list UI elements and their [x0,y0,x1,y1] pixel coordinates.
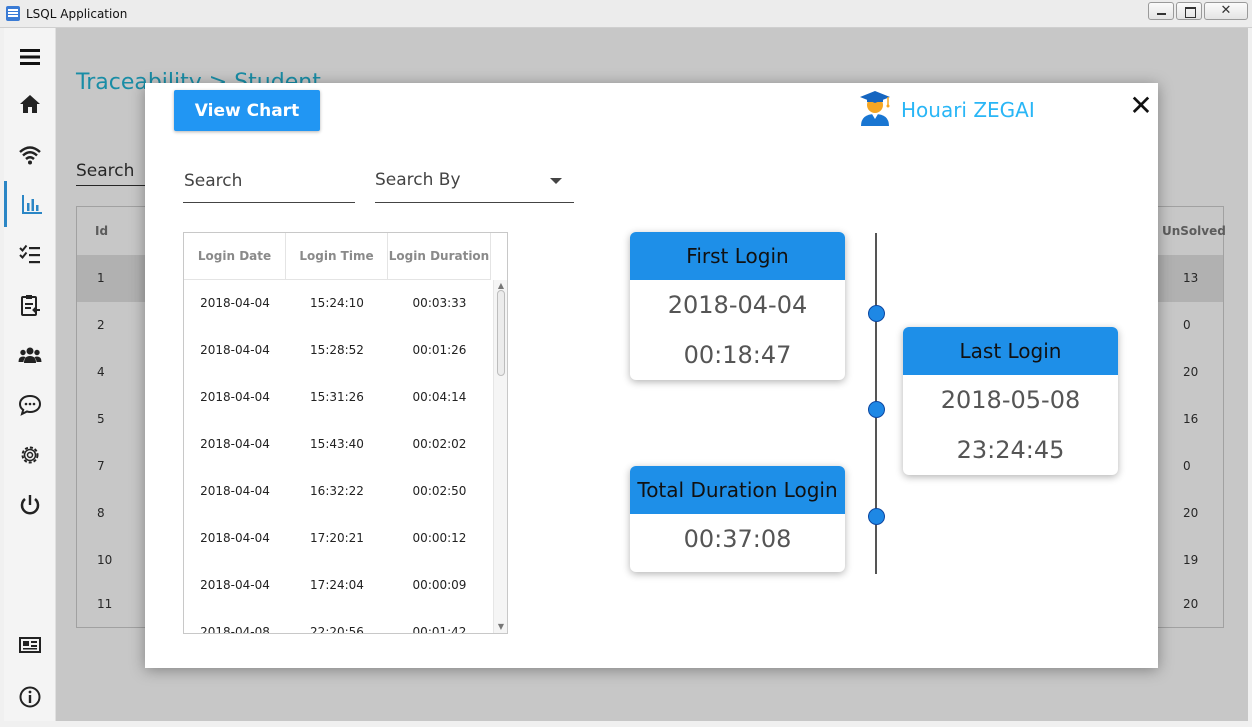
scroll-up-icon[interactable]: ▲ [497,282,505,290]
user-name: Houari ZEGAI [901,98,1035,122]
window-close-button[interactable]: ✕ [1204,2,1248,20]
search-by-label: Search By [375,170,461,190]
wifi-icon [19,146,41,165]
chevron-down-icon [550,178,562,184]
settings-icon [21,446,39,464]
first-login-date: 2018-04-04 [667,291,808,319]
total-duration-value: 00:37:08 [683,525,792,553]
sidebar-item-menu[interactable] [4,34,56,80]
column-header-login-date[interactable]: Login Date [184,233,286,280]
table-row[interactable]: 2018-04-04 15:28:52 00:01:26 [184,327,491,374]
sidebar-item-network[interactable] [4,132,56,178]
last-login-date: 2018-05-08 [940,386,1081,414]
cell-login-date: 2018-04-04 [200,578,270,592]
cell-login-duration: 00:02:02 [412,437,467,451]
cell-login-time: 15:28:52 [310,343,364,357]
last-login-card: Last Login 2018-05-08 23:24:45 [903,327,1118,475]
info-icon [19,686,41,708]
login-history-table: Login Date Login Time Login Duration 201… [183,232,508,634]
sidebar [4,28,56,721]
id-card-icon [19,637,41,653]
cell-login-time: 17:20:21 [310,531,364,545]
first-login-card: First Login 2018-04-04 00:18:47 [630,232,845,380]
table-header: Login Date Login Time Login Duration [184,233,491,280]
cell-login-time: 16:32:22 [310,484,364,498]
search-by-select[interactable]: Search By [375,163,574,203]
last-login-time: 23:24:45 [956,436,1065,464]
table-row[interactable]: 2018-04-08 22:20:56 00:01:42 [184,609,491,634]
total-duration-title: Total Duration Login [630,466,845,514]
minimize-button[interactable] [1148,2,1174,20]
cell-login-date: 2018-04-04 [200,484,270,498]
cell-login-time: 17:24:04 [310,578,364,592]
first-login-time: 00:18:47 [683,341,792,369]
table-row[interactable]: 2018-04-04 15:31:26 00:04:14 [184,374,491,421]
cell-login-duration: 00:03:33 [412,296,467,310]
cell-login-duration: 00:00:12 [412,531,467,545]
close-icon: ✕ [1129,89,1153,122]
column-header-login-time[interactable]: Login Time [286,233,388,280]
column-header-login-duration[interactable]: Login Duration [388,233,491,280]
table-row[interactable]: 2018-04-04 17:20:21 00:00:12 [184,515,491,562]
power-icon [20,495,40,515]
close-icon: ✕ [1220,3,1232,18]
cell-login-time: 15:24:10 [310,296,364,310]
users-icon [18,347,42,363]
table-row[interactable]: 2018-04-04 15:43:40 00:02:02 [184,421,491,468]
cell-login-duration: 00:04:14 [412,390,467,404]
cell-login-date: 2018-04-04 [200,390,270,404]
cell-login-date: 2018-04-04 [200,296,270,310]
cell-login-duration: 00:01:26 [412,343,467,357]
cell-login-date: 2018-04-08 [200,625,270,634]
chat-icon [18,394,42,416]
table-scrollbar[interactable]: ▲ ▼ [493,280,507,633]
window-title: LSQL Application [26,7,128,21]
timeline-dot [868,305,885,322]
sidebar-item-messages[interactable] [4,382,56,428]
table-row[interactable]: 2018-04-04 17:24:04 00:00:09 [184,562,491,609]
sidebar-item-tasks[interactable] [4,231,56,277]
maximize-button[interactable] [1176,2,1202,20]
menu-icon [20,49,40,65]
search-input[interactable] [183,163,355,199]
sidebar-item-traceability[interactable] [4,181,56,227]
cell-login-time: 15:43:40 [310,437,364,451]
cell-login-time: 22:20:56 [310,625,364,634]
timeline-dot [868,508,885,525]
login-history-modal: View Chart Houari ZEGAI ✕ Search By Logi… [145,83,1158,668]
window-titlebar: LSQL Application ✕ [0,0,1252,28]
cell-login-date: 2018-04-04 [200,531,270,545]
sidebar-item-home[interactable] [4,81,56,127]
clipboard-icon [21,295,40,316]
cell-login-date: 2018-04-04 [200,343,270,357]
cell-login-time: 15:31:26 [310,390,364,404]
sidebar-item-about[interactable] [4,674,56,720]
search-field[interactable] [183,163,355,203]
sidebar-item-logout[interactable] [4,482,56,528]
last-login-title: Last Login [903,327,1118,375]
bar-chart-icon [21,195,42,214]
scrollbar-thumb[interactable] [497,290,505,376]
student-avatar-icon [857,88,893,132]
cell-login-date: 2018-04-04 [200,437,270,451]
sidebar-item-users[interactable] [4,332,56,378]
modal-close-button[interactable]: ✕ [1128,92,1154,120]
cell-login-duration: 00:01:42 [412,625,467,634]
table-row[interactable]: 2018-04-04 15:24:10 00:03:33 [184,280,491,327]
app-icon [6,6,20,21]
total-duration-card: Total Duration Login 00:37:08 [630,466,845,572]
view-chart-button[interactable]: View Chart [174,90,320,131]
first-login-title: First Login [630,232,845,280]
sidebar-item-settings[interactable] [4,432,56,478]
cell-login-duration: 00:02:50 [412,484,467,498]
cell-login-duration: 00:00:09 [412,578,467,592]
sidebar-item-profile-card[interactable] [4,622,56,668]
timeline-dot [868,401,885,418]
table-row[interactable]: 2018-04-04 16:32:22 00:02:50 [184,468,491,515]
user-info: Houari ZEGAI [857,89,1035,131]
home-icon [20,95,40,113]
checklist-icon [19,244,40,264]
sidebar-item-assignments[interactable] [4,282,56,328]
scroll-down-icon[interactable]: ▼ [497,623,505,631]
